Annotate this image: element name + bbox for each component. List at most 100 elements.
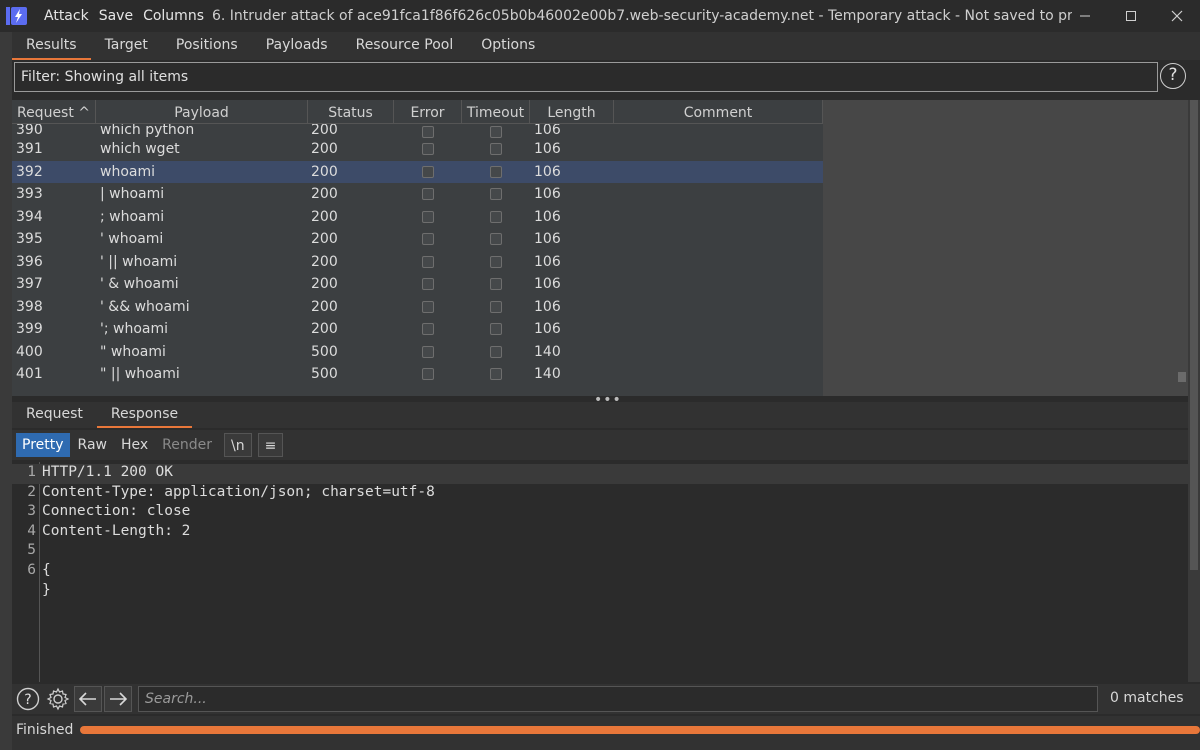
hex-button[interactable]: Hex	[115, 433, 154, 457]
cell-status: 200	[311, 231, 338, 248]
cell-error	[394, 165, 462, 178]
table-row[interactable]: 391 which wget 200 106	[12, 138, 823, 161]
cell-length: 106	[534, 163, 561, 180]
table-row[interactable]: 400 " whoami 500 140	[12, 341, 823, 364]
cell-payload: ' && whoami	[100, 298, 190, 315]
cell-error	[394, 278, 462, 291]
arrow-left-icon[interactable]	[74, 686, 102, 712]
cell-timeout	[462, 165, 530, 178]
cell-request: 401	[16, 366, 43, 383]
line-number: 6	[27, 562, 36, 578]
table-row[interactable]: 396 ' || whoami 200 106	[12, 251, 823, 274]
code-line: 3 Connection: close	[12, 503, 1188, 523]
table-header: Request ^ Payload Status Error Timeout L…	[12, 100, 823, 124]
cell-timeout	[462, 210, 530, 223]
timeout-checkbox	[490, 368, 502, 381]
cell-length: 106	[534, 298, 561, 315]
tab-results[interactable]: Results	[12, 32, 91, 60]
response-editor[interactable]: 1 HTTP/1.1 200 OK 2 Content-Type: applicati…	[12, 462, 1188, 682]
cell-timeout	[462, 323, 530, 336]
table-row[interactable]: 393 | whoami 200 106	[12, 183, 823, 206]
table-row-partial[interactable]: 390 which python 200 106	[12, 124, 823, 138]
tab-options[interactable]: Options	[467, 32, 549, 60]
cell-request: 395	[16, 231, 43, 248]
cell-payload: which wget	[100, 141, 180, 158]
search-input[interactable]: Search...	[138, 686, 1098, 712]
close-icon	[1171, 10, 1183, 22]
line-text: HTTP/1.1 200 OK	[42, 464, 173, 480]
table-scrollbar[interactable]	[1176, 100, 1188, 396]
results-table: Request ^ Payload Status Error Timeout L…	[12, 100, 1188, 396]
cell-payload: " whoami	[100, 343, 166, 360]
cell-status: 200	[311, 208, 338, 225]
table-row[interactable]: 399 '; whoami 200 106	[12, 318, 823, 341]
minimize-button[interactable]	[1062, 0, 1108, 32]
menu-save[interactable]: Save	[99, 8, 133, 24]
code-line: 1 HTTP/1.1 200 OK	[12, 464, 1188, 484]
background-window-edge	[0, 32, 12, 750]
menu-columns[interactable]: Columns	[143, 8, 204, 24]
tab-response[interactable]: Response	[96, 402, 193, 428]
title-bar: Attack Save Columns 6. Intruder attack o…	[0, 0, 1200, 32]
cell-request: 399	[16, 321, 43, 338]
help-icon[interactable]: ?	[1160, 63, 1186, 89]
arrow-right-icon[interactable]	[104, 686, 132, 712]
line-number: 5	[27, 542, 36, 559]
col-comment[interactable]: Comment	[614, 100, 823, 124]
tab-request[interactable]: Request	[12, 402, 97, 428]
maximize-button[interactable]	[1108, 0, 1154, 32]
line-number: 4	[27, 522, 36, 539]
render-button[interactable]: Render	[156, 433, 218, 457]
table-row[interactable]: 397 ' & whoami 200 106	[12, 273, 823, 296]
tab-positions[interactable]: Positions	[162, 32, 252, 60]
error-checkbox	[422, 143, 434, 156]
cell-request: 393	[16, 186, 43, 203]
cell-error	[394, 210, 462, 223]
table-row[interactable]: 395 ' whoami 200 106	[12, 228, 823, 251]
cell-length: 106	[534, 231, 561, 248]
col-length[interactable]: Length	[530, 100, 614, 124]
pretty-button[interactable]: Pretty	[16, 433, 70, 457]
col-request[interactable]: Request ^	[12, 100, 96, 124]
tab-target[interactable]: Target	[91, 32, 162, 60]
newline-toggle-button[interactable]: \n	[224, 433, 252, 457]
cell-error	[394, 368, 462, 381]
cell-payload: ' whoami	[100, 231, 164, 248]
tab-resource-pool[interactable]: Resource Pool	[342, 32, 468, 60]
table-row[interactable]: 394 ; whoami 200 106	[12, 206, 823, 229]
timeout-checkbox	[490, 188, 502, 201]
progress-bar	[80, 726, 1200, 734]
right-scrollbar[interactable]	[1188, 100, 1200, 682]
tab-payloads[interactable]: Payloads	[252, 32, 342, 60]
col-error[interactable]: Error	[394, 100, 462, 124]
status-bar: Finished	[12, 716, 1200, 750]
cell-status: 200	[311, 141, 338, 158]
cell-request: 397	[16, 276, 43, 293]
menu-icon[interactable]: ≡	[257, 433, 284, 457]
help-circle-icon[interactable]: ?	[14, 685, 42, 713]
col-timeout[interactable]: Timeout	[462, 100, 530, 124]
menu-attack[interactable]: Attack	[44, 8, 89, 24]
cell-timeout	[462, 300, 530, 313]
cell-error	[394, 323, 462, 336]
col-payload[interactable]: Payload	[96, 100, 308, 124]
filter-bar[interactable]: Filter: Showing all items	[14, 62, 1158, 92]
table-row[interactable]: 401 " || whoami 500 140	[12, 363, 823, 386]
error-checkbox	[422, 345, 434, 358]
code-line: }	[12, 582, 1188, 602]
error-checkbox	[422, 165, 434, 178]
cell-request: 398	[16, 298, 43, 315]
col-status[interactable]: Status	[308, 100, 394, 124]
raw-button[interactable]: Raw	[72, 433, 113, 457]
settings-gear-icon[interactable]	[44, 685, 72, 713]
close-button[interactable]	[1154, 0, 1200, 32]
table-row[interactable]: 398 ' && whoami 200 106	[12, 296, 823, 319]
code-line: 2 Content-Type: application/json; charset…	[12, 484, 1188, 504]
status-text: Finished	[16, 722, 74, 738]
burp-app-icon	[6, 6, 28, 26]
cell-payload: '; whoami	[100, 321, 169, 338]
table-row[interactable]: 392 whoami 200 106	[12, 160, 823, 183]
timeout-checkbox	[490, 210, 502, 223]
main-tab-bar: Results Target Positions Payloads Resour…	[12, 32, 1200, 60]
timeout-checkbox	[490, 345, 502, 358]
